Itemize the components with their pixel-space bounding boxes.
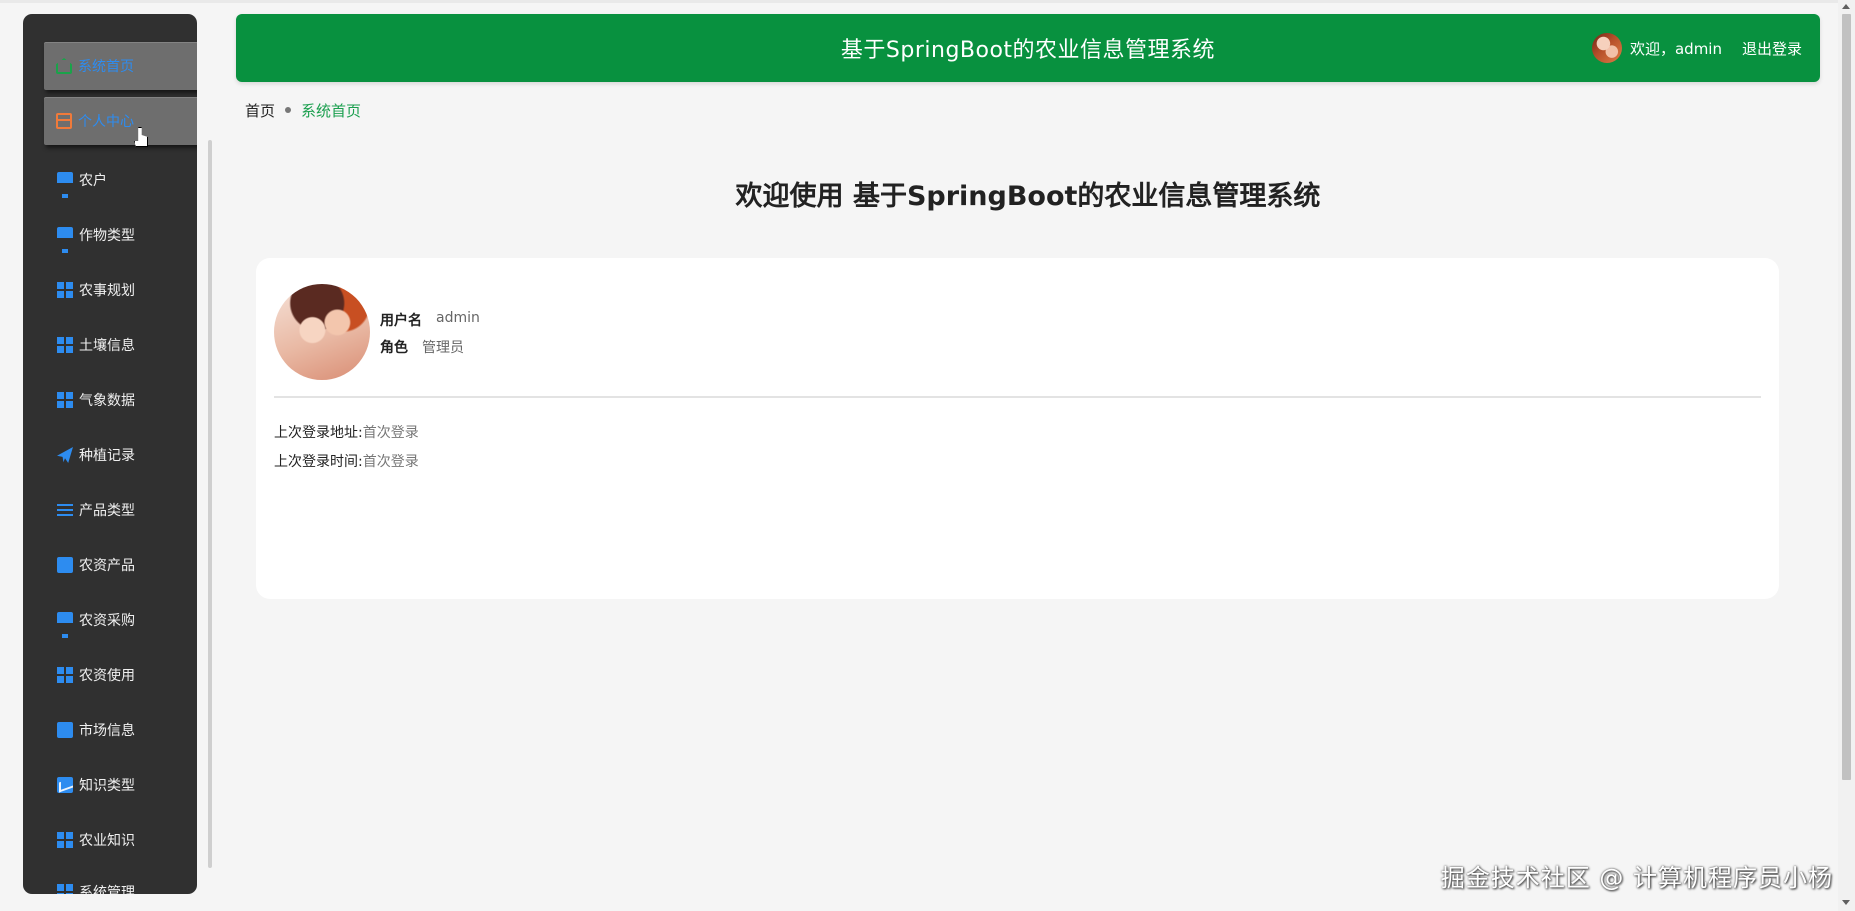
breadcrumb: 首页 系统首页 <box>245 98 361 122</box>
welcome-heading: 欢迎使用 基于SpringBoot的农业信息管理系统 <box>735 181 1321 212</box>
sidebar-item-label: 气象数据 <box>79 393 135 409</box>
sidebar-item-label: 农资使用 <box>79 668 135 684</box>
sidebar-item-label: 产品类型 <box>79 503 135 519</box>
avatar-icon <box>1591 33 1622 63</box>
scroll-down-icon[interactable] <box>1842 900 1850 905</box>
chart-icon <box>57 777 73 793</box>
paper-plane-icon <box>57 447 73 463</box>
sidebar-item-product-types[interactable]: 产品类型 <box>23 490 197 530</box>
sidebar-item-label: 市场信息 <box>79 723 135 739</box>
breadcrumb-separator <box>285 107 292 113</box>
sidebar-item-agri-products[interactable]: 农资产品 <box>23 545 197 585</box>
logout-button[interactable]: 退出登录 <box>1742 38 1802 59</box>
sidebar-scrollbar[interactable] <box>208 140 212 868</box>
sidebar: 系统首页 个人中心 农户 作物类型 农事规划 土壤信息 气象数据 种植记录 产品… <box>23 14 197 894</box>
sidebar-item-label: 农户 <box>79 173 107 189</box>
sidebar-item-farming-plan[interactable]: 农事规划 <box>23 270 197 310</box>
monitor-icon <box>57 172 73 198</box>
clipboard-icon <box>57 557 73 573</box>
home-icon <box>56 58 72 74</box>
welcome-text: 欢迎，admin <box>1629 39 1722 58</box>
scroll-up-icon[interactable] <box>1842 4 1850 9</box>
divider <box>274 396 1761 398</box>
username-row: 用户名 admin <box>380 310 480 330</box>
last-login-address-row: 上次登录地址: 首次登录 <box>274 422 419 442</box>
watermark: 掘金技术社区 @ 计算机程序员小杨 <box>1440 864 1833 892</box>
sidebar-item-label: 知识类型 <box>79 778 135 794</box>
last-login-time-row: 上次登录时间: 首次登录 <box>274 451 419 471</box>
sliders-icon <box>57 502 73 518</box>
monitor-icon <box>57 227 73 253</box>
last-login-time-value: 首次登录 <box>362 454 419 470</box>
top-header: 基于SpringBoot的农业信息管理系统 欢迎，admin 退出登录 <box>236 14 1820 82</box>
sidebar-item-agri-knowledge[interactable]: 农业知识 <box>23 820 197 860</box>
sidebar-item-label: 土壤信息 <box>79 338 135 354</box>
grid-icon <box>57 392 73 408</box>
sidebar-item-label: 作物类型 <box>79 228 135 244</box>
top-border <box>0 0 1855 3</box>
sidebar-item-weather-data[interactable]: 气象数据 <box>23 380 197 420</box>
sidebar-item-home[interactable]: 系统首页 <box>44 42 197 90</box>
user-info-card: 用户名 admin 角色 管理员 上次登录地址: 首次登录 上次登录时间: 首次… <box>256 258 1779 599</box>
sidebar-item-label: 系统首页 <box>78 59 134 75</box>
sidebar-item-label: 系统管理 <box>79 885 135 894</box>
sidebar-item-label: 农资产品 <box>79 558 135 574</box>
role-row: 角色 管理员 <box>380 337 464 357</box>
avatar <box>274 284 370 380</box>
role-value: 管理员 <box>422 340 464 356</box>
sidebar-item-crop-types[interactable]: 作物类型 <box>23 215 197 255</box>
last-login-address-value: 首次登录 <box>362 425 419 441</box>
sidebar-item-farmers[interactable]: 农户 <box>23 160 197 200</box>
grid-icon <box>57 337 73 353</box>
breadcrumb-home[interactable]: 首页 <box>245 100 275 121</box>
sidebar-item-agri-purchase[interactable]: 农资采购 <box>23 600 197 640</box>
page-scrollbar-thumb[interactable] <box>1842 14 1851 780</box>
sidebar-item-agri-usage[interactable]: 农资使用 <box>23 655 197 695</box>
monitor-icon <box>57 612 73 638</box>
grid-icon <box>57 884 73 894</box>
app-title: 基于SpringBoot的农业信息管理系统 <box>840 38 1216 63</box>
role-label: 角色 <box>380 340 408 356</box>
id-card-icon <box>56 113 72 129</box>
clipboard-icon <box>57 722 73 738</box>
header-user-area: 欢迎，admin 退出登录 <box>1591 14 1802 82</box>
last-login-address-label: 上次登录地址: <box>274 425 363 441</box>
sidebar-item-market-info[interactable]: 市场信息 <box>23 710 197 750</box>
sidebar-item-label: 农事规划 <box>79 283 135 299</box>
sidebar-item-knowledge-types[interactable]: 知识类型 <box>23 765 197 805</box>
grid-icon <box>57 282 73 298</box>
sidebar-item-label: 农业知识 <box>79 833 135 849</box>
breadcrumb-current: 系统首页 <box>301 101 362 120</box>
sidebar-item-system-admin[interactable]: 系统管理 <box>23 872 197 894</box>
sidebar-item-soil-info[interactable]: 土壤信息 <box>23 325 197 365</box>
sidebar-item-label: 个人中心 <box>78 114 134 130</box>
sidebar-item-label: 种植记录 <box>79 448 135 464</box>
username-value: admin <box>436 310 480 326</box>
sidebar-item-planting-records[interactable]: 种植记录 <box>23 435 197 475</box>
username-label: 用户名 <box>380 313 422 329</box>
last-login-time-label: 上次登录时间: <box>274 454 363 470</box>
grid-icon <box>57 667 73 683</box>
sidebar-item-label: 农资采购 <box>79 613 135 629</box>
sidebar-item-personal-center[interactable]: 个人中心 <box>44 97 197 145</box>
grid-icon <box>57 832 73 848</box>
